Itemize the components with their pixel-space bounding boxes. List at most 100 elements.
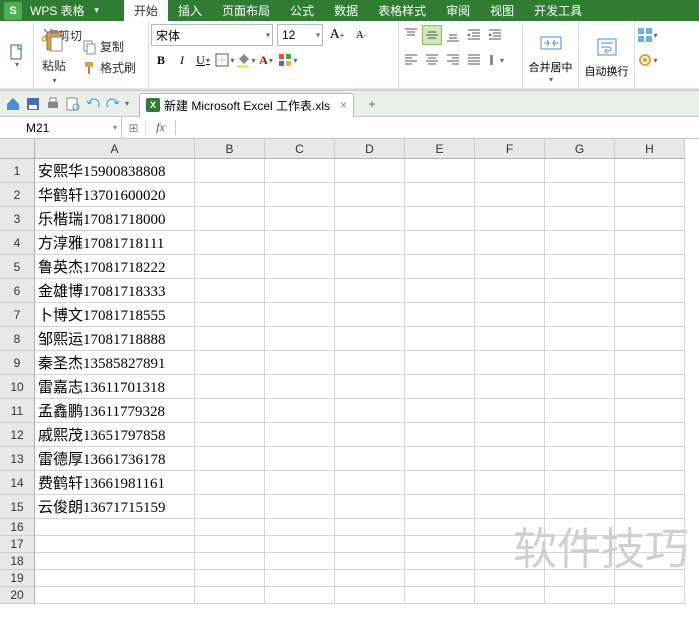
cell-G18[interactable] [545,553,615,570]
cell-H7[interactable] [615,303,685,327]
cell-H6[interactable] [615,279,685,303]
select-all-corner[interactable] [0,139,35,159]
cell-H18[interactable] [615,553,685,570]
fill-color-button[interactable]: ▾ [235,50,255,70]
document-tab[interactable]: X 新建 Microsoft Excel 工作表.xls × [139,93,354,117]
cell-A14[interactable]: 费鹤轩13661981161 [35,471,195,495]
cell-F18[interactable] [475,553,545,570]
cell-F6[interactable] [475,279,545,303]
cell-G11[interactable] [545,399,615,423]
formula-input[interactable] [176,117,699,138]
cell-E14[interactable] [405,471,475,495]
cell-C4[interactable] [265,231,335,255]
col-header-D[interactable]: D [335,139,405,159]
col-header-H[interactable]: H [615,139,685,159]
app-menu-chevron[interactable]: ▾ [89,5,105,16]
row-header-1[interactable]: 1 [0,159,35,183]
cell-F10[interactable] [475,375,545,399]
close-tab-icon[interactable]: × [340,98,347,112]
cell-B19[interactable] [195,570,265,587]
cell-D10[interactable] [335,375,405,399]
cell-A15[interactable]: 云俊朗13671715159 [35,495,195,519]
orientation-button[interactable]: ▾ [485,50,505,70]
cell-A3[interactable]: 乐楷瑞17081718000 [35,207,195,231]
cell-C15[interactable] [265,495,335,519]
cell-B14[interactable] [195,471,265,495]
cell-E5[interactable] [405,255,475,279]
borders-button[interactable]: ▾ [214,50,234,70]
cell-H15[interactable] [615,495,685,519]
cell-F12[interactable] [475,423,545,447]
cell-H8[interactable] [615,327,685,351]
copy-button[interactable]: 复制 [78,36,140,57]
cell-A5[interactable]: 鲁英杰17081718222 [35,255,195,279]
row-header-2[interactable]: 2 [0,183,35,207]
cell-G16[interactable] [545,519,615,536]
cell-A19[interactable] [35,570,195,587]
cell-H4[interactable] [615,231,685,255]
cell-A10[interactable]: 雷嘉志13611701318 [35,375,195,399]
cell-H14[interactable] [615,471,685,495]
chevron-down-icon[interactable]: ▾ [113,123,117,132]
cell-A7[interactable]: 卜博文17081718555 [35,303,195,327]
cell-D1[interactable] [335,159,405,183]
cell-G10[interactable] [545,375,615,399]
cell-E16[interactable] [405,519,475,536]
cell-B7[interactable] [195,303,265,327]
cell-C8[interactable] [265,327,335,351]
row-header-16[interactable]: 16 [0,519,35,536]
cell-A2[interactable]: 华鹤轩13701600020 [35,183,195,207]
bold-button[interactable]: B [151,50,171,70]
cell-F5[interactable] [475,255,545,279]
cell-B3[interactable] [195,207,265,231]
cell-C5[interactable] [265,255,335,279]
row-header-12[interactable]: 12 [0,423,35,447]
col-header-C[interactable]: C [265,139,335,159]
align-bottom-button[interactable] [443,25,463,45]
cell-E6[interactable] [405,279,475,303]
cell-E20[interactable] [405,587,475,604]
cell-B2[interactable] [195,183,265,207]
cell-D2[interactable] [335,183,405,207]
format-painter-button[interactable]: 格式刷 [78,57,140,78]
cell-E4[interactable] [405,231,475,255]
cells-area[interactable]: 安熙华15900838808华鹤轩13701600020乐楷瑞170817180… [35,159,685,604]
cell-B18[interactable] [195,553,265,570]
cell-B13[interactable] [195,447,265,471]
justify-button[interactable] [464,50,484,70]
tab-开发工具[interactable]: 开发工具 [524,0,592,21]
cell-D6[interactable] [335,279,405,303]
cell-B8[interactable] [195,327,265,351]
row-header-11[interactable]: 11 [0,399,35,423]
indent-inc-button[interactable] [485,25,505,45]
row-header-8[interactable]: 8 [0,327,35,351]
align-middle-button[interactable] [422,25,442,45]
cell-A4[interactable]: 方淳雅17081718111 [35,231,195,255]
col-header-A[interactable]: A [35,139,195,159]
cell-E11[interactable] [405,399,475,423]
cell-B11[interactable] [195,399,265,423]
cell-C13[interactable] [265,447,335,471]
cell-G17[interactable] [545,536,615,553]
align-top-button[interactable] [401,25,421,45]
row-header-17[interactable]: 17 [0,536,35,553]
cell-D16[interactable] [335,519,405,536]
cell-C7[interactable] [265,303,335,327]
print-icon[interactable] [45,96,61,112]
cell-C10[interactable] [265,375,335,399]
underline-button[interactable]: U▾ [193,50,213,70]
font-size-select[interactable]: 12▾ [277,24,323,46]
shrink-font-button[interactable]: A- [351,25,371,45]
cell-C3[interactable] [265,207,335,231]
cell-A8[interactable]: 邹熙运17081718888 [35,327,195,351]
align-right-button[interactable] [443,50,463,70]
gallery-button[interactable]: ▾ [637,25,657,45]
cell-D11[interactable] [335,399,405,423]
cell-H19[interactable] [615,570,685,587]
cell-B12[interactable] [195,423,265,447]
cell-C20[interactable] [265,587,335,604]
cell-C9[interactable] [265,351,335,375]
cell-A9[interactable]: 秦圣杰13585827891 [35,351,195,375]
row-header-5[interactable]: 5 [0,255,35,279]
cell-C14[interactable] [265,471,335,495]
